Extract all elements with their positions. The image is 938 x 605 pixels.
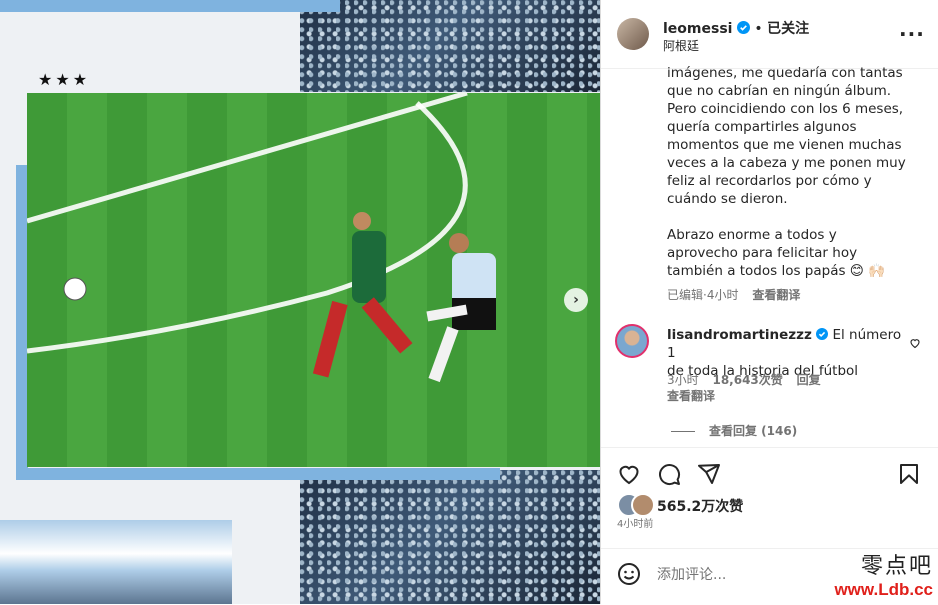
- post-header: leomessi • 已关注 阿根廷 ···: [601, 0, 938, 69]
- liker-avatar-2: [631, 493, 655, 517]
- caption-line-8: cuándo se dieron.: [667, 191, 788, 207]
- chevron-right-icon: ›: [573, 292, 579, 308]
- post-timestamp[interactable]: 4小时前: [617, 515, 653, 530]
- verified-icon: [816, 328, 829, 340]
- action-bar: [601, 447, 938, 486]
- comment-meta: 3小时 18,643次赞 回复: [667, 371, 821, 388]
- more-options-icon[interactable]: ···: [899, 22, 925, 46]
- flags-photo: [0, 520, 232, 604]
- caption-line-11: también a todos los papás 😊 🙌🏻: [667, 263, 885, 279]
- emoji-icon[interactable]: [617, 562, 641, 586]
- location-link[interactable]: 阿根廷: [663, 37, 699, 54]
- caption-line-3: Pero coincidiendo con los 6 meses,: [667, 101, 904, 117]
- player-argentina: [426, 233, 496, 383]
- comment-see-translation[interactable]: 查看翻译: [667, 387, 715, 404]
- comment-time: 3小时: [667, 373, 699, 387]
- save-icon[interactable]: [897, 462, 921, 486]
- caption-line-1: imágenes, me quedaría con tantas: [667, 65, 903, 81]
- see-translation-link[interactable]: 查看翻译: [752, 288, 800, 302]
- separator-dot: •: [754, 21, 768, 37]
- caption-line-10: aprovecho para felicitar hoy: [667, 245, 858, 261]
- football-pitch: [27, 93, 600, 467]
- caption-meta: 已编辑·4小时 查看翻译: [667, 286, 800, 303]
- caption-line-6: veces a la cabeza y me ponen muy: [667, 155, 906, 171]
- watermark: 零点吧 www.Ldb.cc: [834, 548, 933, 600]
- verified-icon: [736, 21, 750, 34]
- edited-label: 已编辑: [667, 288, 704, 302]
- watermark-url: www.Ldb.cc: [834, 580, 933, 599]
- caption-line-7: feliz al recordarlos por cómo y: [667, 173, 872, 189]
- caption-time: 4小时: [706, 288, 739, 302]
- view-replies-row[interactable]: 查看回复 (146): [671, 422, 797, 439]
- caption-line-2: que no cabrían en ningún álbum.: [667, 83, 892, 99]
- caption-line-9: Abrazo enorme a todos y: [667, 227, 837, 243]
- comment-line-1: lisandromartinezzz El número 1: [667, 326, 907, 362]
- crowd-photo-top: [300, 0, 600, 92]
- author-avatar[interactable]: [617, 18, 649, 50]
- likes-count[interactable]: 565.2万次赞: [657, 496, 743, 516]
- stars-emblem: ★★★: [38, 70, 91, 89]
- blue-stripe-bottom: [16, 468, 500, 480]
- add-comment-input[interactable]: [655, 563, 859, 587]
- watermark-title: 零点吧: [860, 554, 933, 579]
- pitch-lines: [27, 93, 496, 383]
- author-username[interactable]: leomessi: [663, 21, 732, 37]
- replies-line: [671, 431, 695, 432]
- like-icon[interactable]: [617, 462, 641, 486]
- share-icon[interactable]: [697, 462, 721, 486]
- crowd-photo-bottom: [300, 470, 600, 604]
- comment-likes[interactable]: 18,643次赞: [712, 373, 782, 387]
- comment-icon[interactable]: [657, 462, 681, 486]
- caption-line-5: momentos que me vienen muchas: [667, 137, 902, 153]
- next-image-button[interactable]: ›: [564, 288, 588, 312]
- post-panel: leomessi • 已关注 阿根廷 ··· imágenes, me qued…: [600, 0, 938, 604]
- follow-status-button[interactable]: 已关注: [767, 21, 809, 37]
- caption-line-4: quería compartirles algunos: [667, 119, 857, 135]
- caption: imágenes, me quedaría con tantas que no …: [667, 64, 927, 280]
- comment-like-icon[interactable]: [909, 334, 921, 353]
- author-line: leomessi • 已关注: [663, 18, 809, 38]
- reply-button[interactable]: 回复: [797, 373, 821, 387]
- commenter-username[interactable]: lisandromartinezzz: [667, 327, 812, 343]
- blue-stripe-top: [0, 0, 340, 12]
- post-media[interactable]: ★★★ ›: [0, 0, 600, 604]
- view-replies-link[interactable]: 查看回复 (146): [709, 424, 797, 438]
- commenter-avatar[interactable]: [615, 324, 649, 358]
